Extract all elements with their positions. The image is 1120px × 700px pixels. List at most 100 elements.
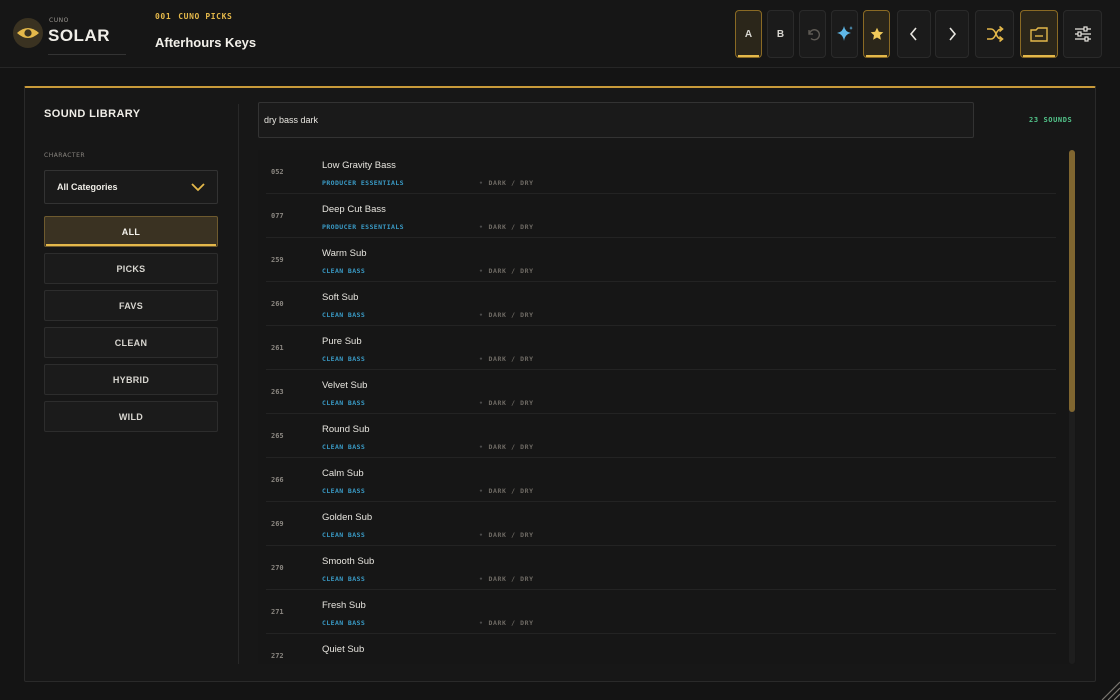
shuffle-icon bbox=[986, 26, 1004, 42]
eye-icon bbox=[17, 28, 39, 38]
sound-number: 260 bbox=[271, 300, 284, 308]
result-count: 23 SOUNDS bbox=[1029, 116, 1073, 124]
sound-number: 272 bbox=[271, 652, 284, 660]
previous-preset-button[interactable] bbox=[897, 10, 931, 58]
filter-hybrid[interactable]: HYBRID bbox=[44, 364, 218, 395]
sound-tags: DARK / DRY bbox=[479, 619, 534, 627]
sound-category: CLEAN BASS bbox=[322, 311, 366, 319]
logo bbox=[13, 18, 43, 48]
filter-all[interactable]: ALL bbox=[44, 216, 218, 247]
sound-list: 052 Low Gravity Bass PRODUCER ESSENTIALS DA… bbox=[258, 150, 1076, 664]
preset-bank: CUNO PICKS bbox=[178, 12, 233, 21]
sound-tags: DARK / DRY bbox=[479, 179, 534, 187]
sound-row[interactable]: 272 Quiet Sub CLEAN BASS DARK / DRY bbox=[266, 634, 1056, 664]
sound-row[interactable]: 263 Velvet Sub CLEAN BASS DARK / DRY bbox=[266, 370, 1056, 414]
undo-icon bbox=[807, 29, 820, 41]
panel-divider bbox=[238, 104, 239, 664]
brand-subtitle: CUNO bbox=[49, 17, 69, 24]
sound-name: Soft Sub bbox=[322, 292, 359, 303]
sound-name: Calm Sub bbox=[322, 468, 364, 479]
category-select-value: All Categories bbox=[57, 182, 118, 192]
sound-tags: DARK / DRY bbox=[479, 223, 534, 231]
sound-row[interactable]: 259 Warm Sub CLEAN BASS DARK / DRY bbox=[266, 238, 1056, 282]
sound-number: 263 bbox=[271, 388, 284, 396]
sound-category: CLEAN BASS bbox=[322, 531, 366, 539]
sound-number: 259 bbox=[271, 256, 284, 264]
sound-name: Round Sub bbox=[322, 424, 370, 435]
sound-row[interactable]: 269 Golden Sub CLEAN BASS DARK / DRY bbox=[266, 502, 1056, 546]
sound-number: 077 bbox=[271, 212, 284, 220]
sound-name: Deep Cut Bass bbox=[322, 204, 386, 215]
chevron-left-icon bbox=[909, 27, 917, 41]
sound-category: PRODUCER ESSENTIALS bbox=[322, 179, 404, 187]
search-input[interactable] bbox=[258, 102, 974, 138]
sound-category: CLEAN BASS bbox=[322, 443, 366, 451]
sound-number: 052 bbox=[271, 168, 284, 176]
preset-number: 001 bbox=[155, 12, 172, 21]
next-preset-button[interactable] bbox=[935, 10, 969, 58]
sound-tags: DARK / DRY bbox=[479, 267, 534, 275]
sound-number: 261 bbox=[271, 344, 284, 352]
sound-name: Warm Sub bbox=[322, 248, 367, 259]
magic-button[interactable] bbox=[831, 10, 858, 58]
sound-row[interactable]: 261 Pure Sub CLEAN BASS DARK / DRY bbox=[266, 326, 1056, 370]
sound-number: 266 bbox=[271, 476, 284, 484]
scrollbar-thumb[interactable] bbox=[1069, 150, 1075, 412]
resize-grip-icon[interactable] bbox=[1098, 678, 1120, 700]
slot-b-button[interactable]: B bbox=[767, 10, 794, 58]
sound-number: 270 bbox=[271, 564, 284, 572]
favorite-button[interactable] bbox=[863, 10, 890, 58]
randomize-button[interactable] bbox=[975, 10, 1014, 58]
sound-tags: DARK / DRY bbox=[479, 531, 534, 539]
sound-row[interactable]: 265 Round Sub CLEAN BASS DARK / DRY bbox=[266, 414, 1056, 458]
filter-wild[interactable]: WILD bbox=[44, 401, 218, 432]
preset-name[interactable]: Afterhours Keys bbox=[155, 35, 256, 50]
preset-meta: 001 CUNO PICKS bbox=[155, 12, 232, 21]
sound-category: CLEAN BASS bbox=[322, 575, 366, 583]
sound-row[interactable]: 271 Fresh Sub CLEAN BASS DARK / DRY bbox=[266, 590, 1056, 634]
sound-name: Low Gravity Bass bbox=[322, 160, 396, 171]
sound-tags: DARK / DRY bbox=[479, 487, 534, 495]
sound-row[interactable]: 266 Calm Sub CLEAN BASS DARK / DRY bbox=[266, 458, 1056, 502]
sound-tags: DARK / DRY bbox=[479, 399, 534, 407]
top-bar: CUNO SOLAR 001 CUNO PICKS Afterhours Keys… bbox=[0, 0, 1120, 68]
sliders-icon bbox=[1074, 26, 1091, 42]
sound-row[interactable]: 052 Low Gravity Bass PRODUCER ESSENTIALS DA… bbox=[266, 150, 1056, 194]
sound-category: CLEAN BASS bbox=[322, 267, 366, 275]
sound-number: 269 bbox=[271, 520, 284, 528]
slot-a-button[interactable]: A bbox=[735, 10, 762, 58]
sound-category: CLEAN BASS bbox=[322, 487, 366, 495]
star-icon bbox=[870, 27, 883, 40]
category-select[interactable]: All Categories bbox=[44, 170, 218, 204]
sound-tags: DARK / DRY bbox=[479, 443, 534, 451]
sound-category: CLEAN BASS bbox=[322, 399, 366, 407]
sound-name: Smooth Sub bbox=[322, 556, 375, 567]
sound-row[interactable]: 270 Smooth Sub CLEAN BASS DARK / DRY bbox=[266, 546, 1056, 590]
brand-name: SOLAR bbox=[48, 26, 110, 45]
sound-category: CLEAN BASS bbox=[322, 663, 365, 664]
sound-category: CLEAN BASS bbox=[322, 619, 366, 627]
undo-button[interactable] bbox=[799, 10, 826, 58]
sound-number: 265 bbox=[271, 432, 284, 440]
sound-row[interactable]: 260 Soft Sub CLEAN BASS DARK / DRY bbox=[266, 282, 1056, 326]
sound-tags: DARK / DRY bbox=[479, 311, 534, 319]
sound-row[interactable]: 077 Deep Cut Bass PRODUCER ESSENTIALS DARK … bbox=[266, 194, 1056, 238]
sound-tags: DARK / DRY bbox=[479, 355, 534, 363]
settings-button[interactable] bbox=[1063, 10, 1102, 58]
folder-icon bbox=[1030, 26, 1048, 42]
filter-picks[interactable]: PICKS bbox=[44, 253, 218, 284]
library-button[interactable] bbox=[1020, 10, 1058, 58]
sparkle-icon bbox=[836, 26, 853, 41]
filter-favs[interactable]: FAVS bbox=[44, 290, 218, 321]
character-label: CHARACTER bbox=[44, 152, 86, 159]
chevron-right-icon bbox=[949, 27, 957, 41]
sound-name: Golden Sub bbox=[322, 512, 373, 523]
panel-title: SOUND LIBRARY bbox=[44, 108, 141, 120]
sound-name: Fresh Sub bbox=[322, 600, 366, 611]
sound-tags: DARK / DRY bbox=[479, 575, 534, 583]
sound-category: PRODUCER ESSENTIALS bbox=[322, 223, 404, 231]
sound-name: Velvet Sub bbox=[322, 380, 368, 391]
chevron-down-icon bbox=[191, 183, 205, 192]
sound-category: CLEAN BASS bbox=[322, 355, 366, 363]
filter-clean[interactable]: CLEAN bbox=[44, 327, 218, 358]
